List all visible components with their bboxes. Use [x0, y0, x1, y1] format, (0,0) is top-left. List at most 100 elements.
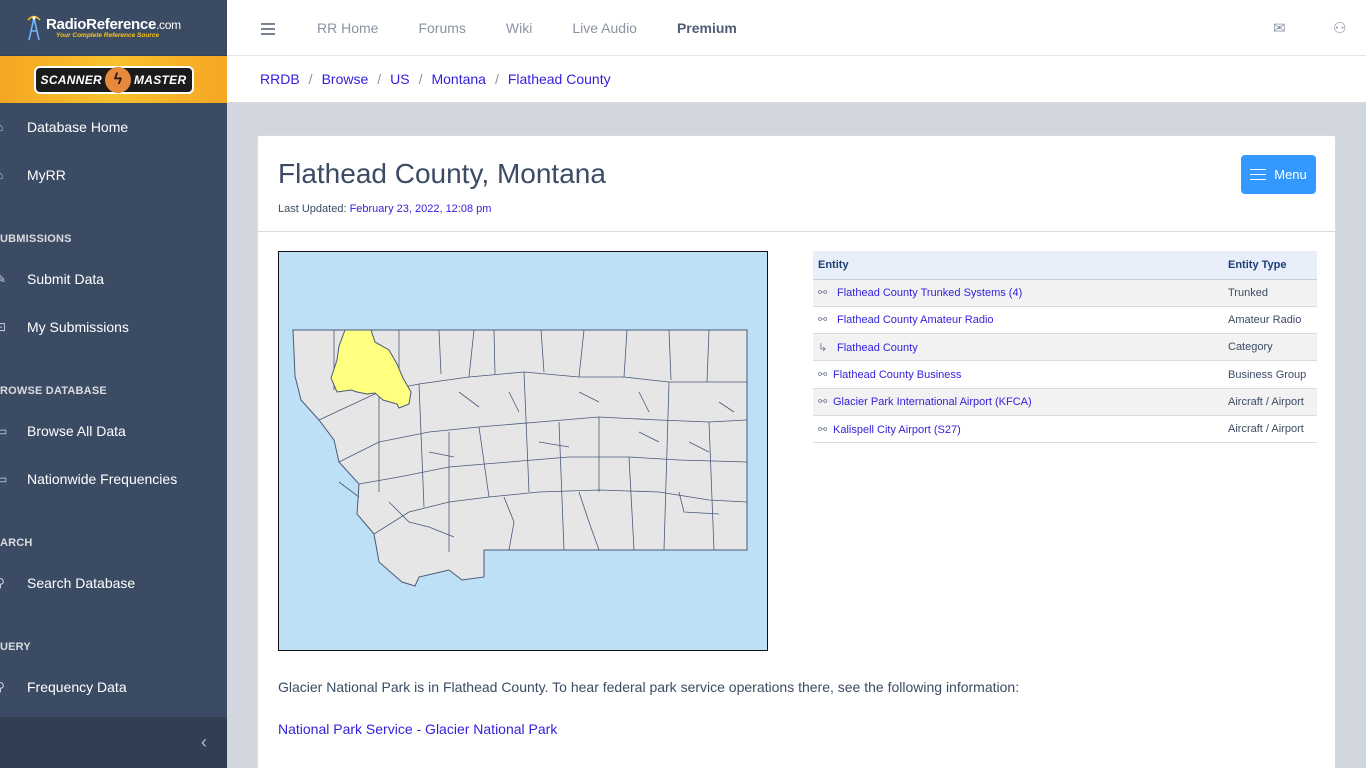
entity-table: Entity Entity Type ⚯ Flathead County Trun…	[813, 251, 1317, 444]
top-nav: RR Home Forums Wiki Live Audio Premium	[317, 20, 777, 36]
updated-label: Last Updated:	[278, 203, 347, 215]
sidebar-item-browse-all-data[interactable]: ▭ Browse All Data	[0, 407, 227, 455]
entity-cell: ⚯ Flathead County Amateur Radio	[813, 306, 1223, 335]
menu-button[interactable]: Menu	[1241, 155, 1316, 194]
search-icon: ⚲	[0, 680, 5, 694]
entity-link[interactable]: Flathead County Business	[833, 369, 961, 381]
user-icon[interactable]: ⚇	[1333, 19, 1346, 37]
monitor-icon: ▭	[0, 424, 8, 438]
paperclip-icon: ⚯	[818, 423, 828, 436]
nav-section-title: UBMISSIONS	[0, 233, 72, 245]
sidebar-nav: ⌂ Database Home ⌂ MyRR UBMISSIONS ✎ Submit Dat…	[0, 103, 227, 711]
sidebar-item-search-database[interactable]: ⚲ Search Database	[0, 559, 227, 607]
sidebar-item-label: Browse All Data	[27, 423, 126, 439]
breadcrumb-item[interactable]: RRDB	[260, 71, 300, 87]
sponsor-right: MASTER	[133, 72, 187, 87]
header: RR Home Forums Wiki Live Audio Premium ✉ ⚇ R…	[227, 0, 1366, 103]
sidebar-item-submit-data[interactable]: ✎ Submit Data	[0, 255, 227, 303]
logo[interactable]: RadioReference.com Your Complete Referen…	[0, 0, 227, 56]
menu-label: Menu	[1274, 167, 1307, 182]
sidebar-item-myrr[interactable]: ⌂ MyRR	[0, 151, 227, 199]
breadcrumb-item[interactable]: Browse	[322, 71, 369, 87]
paperclip-icon: ⚯	[818, 396, 828, 409]
logo-tagline: Your Complete Reference Source	[56, 32, 160, 39]
entity-type-cell: Amateur Radio	[1223, 306, 1317, 335]
paperclip-icon: ⚯	[818, 287, 828, 300]
last-updated: Last Updated: February 23, 2022, 12:08 p…	[278, 203, 491, 215]
entity-link[interactable]: Flathead County Trunked Systems (4)	[837, 287, 1022, 299]
topnav-premium[interactable]: Premium	[677, 20, 737, 36]
entity-type-cell: Aircraft / Airport	[1223, 415, 1317, 444]
home-icon: ⌂	[0, 168, 8, 182]
breadcrumb-item[interactable]: US	[390, 71, 409, 87]
sidebar-item-label: Search Database	[27, 575, 136, 591]
sidebar-item-nationwide-frequencies[interactable]: ▭ Nationwide Frequencies	[0, 455, 227, 503]
search-icon: ⚲	[0, 576, 5, 590]
entity-cell: ↳ Flathead County	[813, 333, 1223, 362]
breadcrumb-separator: /	[494, 71, 499, 87]
entity-cell: ⚯ Kalispell City Airport (S27)	[813, 415, 1223, 444]
nav-section-title: ROWSE DATABASE	[0, 385, 107, 397]
basket-icon: ⊡	[0, 320, 7, 334]
envelope-icon[interactable]: ✉	[1273, 19, 1286, 37]
breadcrumb-separator: /	[308, 71, 313, 87]
table-row: ⚯ Glacier Park International Airport (KFC…	[813, 388, 1317, 416]
table-row: ⚯ Flathead County Business Business Group	[813, 360, 1317, 389]
sponsor-banner[interactable]: SCANNER ϟ MASTER	[0, 56, 227, 103]
nav-section-title: ARCH	[0, 537, 33, 549]
sidebar-item-label: Submit Data	[27, 271, 105, 287]
subdirectory-icon: ↳	[818, 341, 828, 354]
entity-link[interactable]: Flathead County Amateur Radio	[837, 314, 994, 326]
entity-type-cell: Category	[1223, 333, 1317, 362]
card-header: Flathead County, Montana Last Updated: F…	[258, 136, 1335, 232]
pencil-icon: ✎	[0, 272, 7, 286]
monitor-icon: ▭	[0, 472, 8, 486]
antenna-icon	[27, 15, 41, 40]
topnav-live-audio[interactable]: Live Audio	[572, 20, 637, 36]
table-row: ⚯ Kalispell City Airport (S27) Aircraft / …	[813, 415, 1317, 444]
topnav-wiki[interactable]: Wiki	[506, 20, 532, 36]
sidebar-item-label: MyRR	[27, 167, 66, 183]
sidebar-item-frequency-data[interactable]: ⚲ Frequency Data	[0, 663, 227, 711]
topnav-forums[interactable]: Forums	[418, 20, 465, 36]
sidebar-item-database-home[interactable]: ⌂ Database Home	[0, 103, 227, 151]
bolt-icon: ϟ	[104, 66, 131, 93]
content-card: Flathead County, Montana Last Updated: F…	[257, 135, 1336, 768]
logo-main: RadioReference	[46, 16, 157, 33]
paperclip-icon: ⚯	[818, 314, 828, 327]
breadcrumb-item[interactable]: Flathead County	[508, 71, 611, 87]
entity-type-cell: Aircraft / Airport	[1223, 388, 1317, 416]
hamburger-icon[interactable]	[261, 23, 275, 38]
page-title: Flathead County, Montana	[278, 158, 606, 189]
sidebar: RadioReference.com Your Complete Referen…	[0, 0, 227, 768]
breadcrumb-separator: /	[418, 71, 423, 87]
entity-link[interactable]: Kalispell City Airport (S27)	[833, 424, 961, 436]
header-entity-type[interactable]: Entity Type	[1223, 251, 1317, 280]
entity-link[interactable]: Glacier Park International Airport (KFCA…	[833, 396, 1032, 408]
breadcrumb: RRDB / Browse / US / Montana / Flathead County	[260, 71, 611, 87]
topnav-rr-home[interactable]: RR Home	[317, 20, 378, 36]
montana-map	[292, 329, 748, 587]
sidebar-item-label: Frequency Data	[27, 679, 127, 695]
sidebar-collapse-button[interactable]: ‹	[0, 717, 227, 768]
menu-icon	[1250, 165, 1267, 184]
national-park-link[interactable]: National Park Service - Glacier National…	[278, 721, 557, 737]
entity-cell: ⚯ Flathead County Trunked Systems (4)	[813, 279, 1223, 307]
header-entity[interactable]: Entity	[813, 251, 1223, 280]
sidebar-item-label: Database Home	[27, 119, 129, 135]
sidebar-item-my-submissions[interactable]: ⊡ My Submissions	[0, 303, 227, 351]
home-icon: ⌂	[0, 120, 8, 134]
breadcrumb-separator: /	[377, 71, 382, 87]
entity-cell: ⚯ Flathead County Business	[813, 360, 1223, 389]
table-row: ⚯ Flathead County Trunked Systems (4) Trun…	[813, 279, 1317, 307]
chevron-left-icon: ‹	[201, 732, 207, 752]
sponsor-logo: SCANNER ϟ MASTER	[33, 65, 194, 94]
breadcrumb-item[interactable]: Montana	[431, 71, 485, 87]
sidebar-item-label: My Submissions	[27, 319, 129, 335]
table-row: ⚯ Flathead County Amateur Radio Amateur Ra…	[813, 306, 1317, 335]
entity-link[interactable]: Flathead County	[837, 342, 918, 354]
nav-section-title: UERY	[0, 641, 31, 653]
county-map[interactable]	[278, 251, 768, 651]
entity-type-cell: Trunked	[1223, 279, 1317, 307]
entity-type-cell: Business Group	[1223, 360, 1317, 389]
